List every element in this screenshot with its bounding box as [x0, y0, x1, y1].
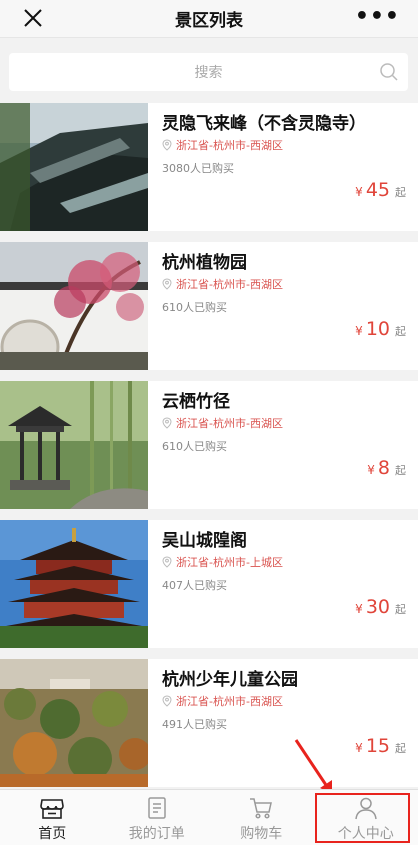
- price-value: 30: [365, 596, 390, 618]
- search-placeholder: 搜索: [194, 65, 223, 81]
- location-pin-icon: [162, 139, 172, 151]
- spot-item[interactable]: 杭州植物园 浙江省-杭州市-西湖区 610人已购买 ¥ 10 起: [0, 242, 418, 370]
- bamboo-pavilion-image: [0, 381, 148, 509]
- spot-item[interactable]: 吴山城隍阁 浙江省-杭州市-上城区 407人已购买 ¥ 30 起: [0, 520, 418, 648]
- spot-location: 浙江省-杭州市-西湖区: [162, 276, 283, 292]
- spot-thumbnail: [0, 103, 148, 231]
- location-pin-icon: [162, 278, 172, 290]
- spot-location: 浙江省-杭州市-西湖区: [162, 693, 283, 709]
- price-suffix: 起: [395, 742, 406, 755]
- spot-location: 浙江省-杭州市-上城区: [162, 554, 283, 570]
- tab-home[interactable]: 首页: [0, 790, 105, 845]
- spot-name: 杭州植物园: [162, 253, 247, 273]
- price-value: 10: [365, 318, 390, 340]
- spot-location: 浙江省-杭州市-西湖区: [162, 415, 283, 431]
- search-input[interactable]: 搜索: [9, 53, 408, 91]
- spot-thumbnail: [0, 659, 148, 787]
- price-suffix: 起: [395, 186, 406, 199]
- temple-roof-image: [0, 103, 148, 231]
- tab-label: 我的订单: [128, 826, 185, 842]
- page-title: 景区列表: [175, 11, 243, 31]
- spot-sold-count: 610人已购买: [162, 301, 227, 314]
- price-suffix: 起: [395, 325, 406, 338]
- spot-location: 浙江省-杭州市-西湖区: [162, 137, 283, 153]
- spot-price: ¥ 15 起: [355, 735, 406, 757]
- tab-cart[interactable]: 购物车: [209, 790, 314, 845]
- order-icon: [148, 797, 166, 819]
- spot-location-text: 浙江省-杭州市-西湖区: [176, 278, 283, 291]
- spot-location-text: 浙江省-杭州市-西湖区: [176, 417, 283, 430]
- spot-price: ¥ 45 起: [355, 179, 406, 201]
- close-icon[interactable]: [22, 7, 44, 29]
- price-value: 45: [365, 179, 390, 201]
- location-pin-icon: [162, 556, 172, 568]
- more-icon[interactable]: •••: [355, 6, 400, 28]
- spot-price: ¥ 10 起: [355, 318, 406, 340]
- spot-location-text: 浙江省-杭州市-上城区: [176, 556, 283, 569]
- spot-location-text: 浙江省-杭州市-西湖区: [176, 695, 283, 708]
- location-pin-icon: [162, 695, 172, 707]
- spot-item[interactable]: 云栖竹径 浙江省-杭州市-西湖区 610人已购买 ¥ 8 起: [0, 381, 418, 509]
- spot-name: 杭州少年儿童公园: [162, 670, 298, 690]
- spot-item[interactable]: 杭州少年儿童公园 浙江省-杭州市-西湖区 491人已购买 ¥ 15 起: [0, 659, 418, 787]
- currency-symbol: ¥: [355, 324, 363, 338]
- currency-symbol: ¥: [355, 602, 363, 616]
- pagoda-tower-image: [0, 520, 148, 648]
- spot-name: 云栖竹径: [162, 392, 230, 412]
- spot-sold-count: 491人已购买: [162, 718, 227, 731]
- shop-icon: [40, 799, 65, 819]
- top-bar: 景区列表 •••: [0, 0, 418, 38]
- cart-icon: [250, 798, 273, 819]
- currency-symbol: ¥: [355, 741, 363, 755]
- spot-thumbnail: [0, 381, 148, 509]
- tab-label: 首页: [38, 826, 67, 842]
- spot-name: 灵隐飞来峰（不含灵隐寺）: [162, 114, 366, 134]
- plum-blossom-image: [0, 242, 148, 370]
- park-aerial-image: [0, 659, 148, 787]
- currency-symbol: ¥: [355, 185, 363, 199]
- price-suffix: 起: [395, 603, 406, 616]
- search-area: 搜索: [0, 39, 418, 103]
- spot-price: ¥ 30 起: [355, 596, 406, 618]
- spot-sold-count: 3080人已购买: [162, 162, 234, 175]
- search-icon[interactable]: [379, 62, 399, 82]
- spot-sold-count: 407人已购买: [162, 579, 227, 592]
- spot-name: 吴山城隍阁: [162, 531, 247, 551]
- spot-sold-count: 610人已购买: [162, 440, 227, 453]
- price-suffix: 起: [395, 464, 406, 477]
- currency-symbol: ¥: [367, 463, 375, 477]
- spot-thumbnail: [0, 520, 148, 648]
- spot-item[interactable]: 灵隐飞来峰（不含灵隐寺） 浙江省-杭州市-西湖区 3080人已购买 ¥ 45 起: [0, 103, 418, 231]
- annotation-arrow: [294, 739, 332, 794]
- tab-label: 购物车: [240, 826, 283, 842]
- annotation-highlight-box: [315, 793, 410, 843]
- location-pin-icon: [162, 417, 172, 429]
- spot-price: ¥ 8 起: [367, 457, 406, 479]
- tab-orders[interactable]: 我的订单: [105, 790, 210, 845]
- price-value: 8: [377, 457, 390, 479]
- spot-location-text: 浙江省-杭州市-西湖区: [176, 139, 283, 152]
- price-value: 15: [365, 735, 390, 757]
- spot-thumbnail: [0, 242, 148, 370]
